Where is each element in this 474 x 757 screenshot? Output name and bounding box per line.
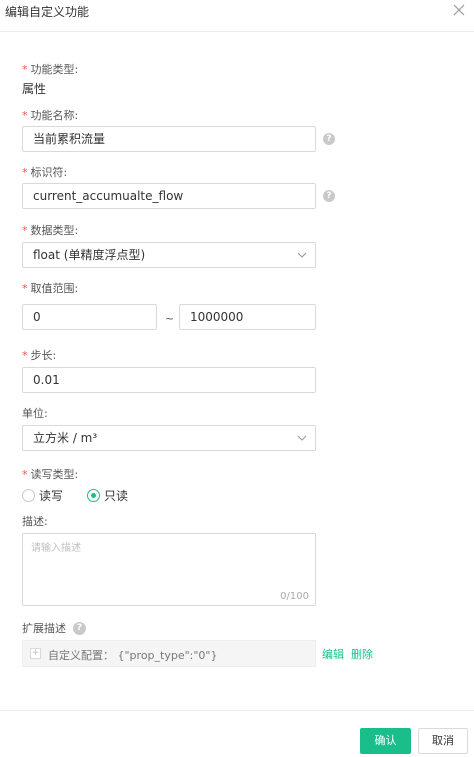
radio-circle[interactable]: [22, 489, 35, 502]
function-type-value: 属性: [22, 82, 47, 96]
edit-link[interactable]: 编辑: [322, 646, 344, 662]
required-mark: *: [22, 468, 28, 481]
required-mark: *: [22, 282, 28, 295]
required-mark: *: [22, 349, 28, 362]
function-type-label-text: 功能类型:: [30, 63, 79, 76]
radio-read-write[interactable]: 读写: [22, 487, 63, 504]
unit-value: 立方米 / m³: [33, 431, 98, 445]
function-name-input[interactable]: 当前累积流量: [22, 126, 316, 152]
step-label-text: 步长:: [30, 349, 57, 362]
range-max-input[interactable]: 1000000: [179, 304, 316, 330]
data-type-label: * 数据类型:: [22, 222, 78, 238]
step-label: * 步长:: [22, 347, 56, 363]
value-range-label-text: 取值范围:: [30, 282, 79, 295]
function-type-label: * 功能类型:: [22, 61, 78, 77]
range-min-input[interactable]: 0: [22, 304, 157, 330]
radio-read-write-label: 读写: [39, 489, 64, 503]
help-icon[interactable]: ?: [323, 133, 335, 145]
help-icon[interactable]: ?: [323, 190, 335, 202]
help-icon[interactable]: ?: [73, 621, 86, 635]
range-separator: ~: [165, 312, 175, 325]
data-type-select[interactable]: float (单精度浮点型): [22, 242, 316, 268]
description-placeholder: 请输入描述: [31, 543, 81, 554]
rw-type-label-text: 读写类型:: [30, 468, 79, 481]
value-range-label: * 取值范围:: [22, 280, 78, 296]
confirm-button[interactable]: 确认: [360, 728, 411, 754]
cancel-button[interactable]: 取消: [418, 728, 468, 754]
description-label: 描述:: [22, 515, 48, 528]
radio-read-only-label: 只读: [104, 489, 129, 503]
data-type-value: float (单精度浮点型): [33, 248, 146, 262]
chevron-down-icon: [297, 252, 307, 258]
description-char-counter: 0/100: [280, 591, 309, 602]
extension-config-text: 自定义配置： {"prop_type":"0"}: [48, 649, 218, 662]
extension-label: 扩展描述 ?: [22, 620, 86, 636]
function-name-label: * 功能名称:: [22, 107, 78, 123]
close-icon[interactable]: [452, 3, 466, 17]
description-textarea[interactable]: 请输入描述 0/100: [22, 533, 316, 606]
identifier-input[interactable]: current_accumualte_flow: [22, 183, 316, 209]
required-mark: *: [22, 224, 28, 237]
extension-config-row: + 自定义配置： {"prop_type":"0"}: [22, 640, 316, 667]
unit-label: 单位:: [22, 407, 48, 420]
required-mark: *: [22, 166, 28, 179]
required-mark: *: [22, 63, 28, 76]
required-mark: *: [22, 109, 28, 122]
identifier-label: * 标识符:: [22, 164, 67, 180]
dialog-title: 编辑自定义功能: [5, 5, 90, 19]
rw-type-label: * 读写类型:: [22, 466, 78, 482]
radio-read-only[interactable]: 只读: [87, 487, 128, 504]
dialog-header: 编辑自定义功能: [0, 0, 474, 32]
data-type-label-text: 数据类型:: [30, 224, 79, 237]
radio-circle-selected[interactable]: [87, 489, 100, 502]
function-name-label-text: 功能名称:: [30, 109, 79, 122]
chevron-down-icon: [297, 435, 307, 441]
extension-label-text: 扩展描述: [22, 622, 66, 635]
expand-icon[interactable]: +: [30, 648, 41, 659]
identifier-label-text: 标识符:: [30, 166, 68, 179]
delete-link[interactable]: 删除: [351, 646, 373, 662]
step-input[interactable]: 0.01: [22, 367, 316, 393]
unit-select[interactable]: 立方米 / m³: [22, 425, 316, 451]
